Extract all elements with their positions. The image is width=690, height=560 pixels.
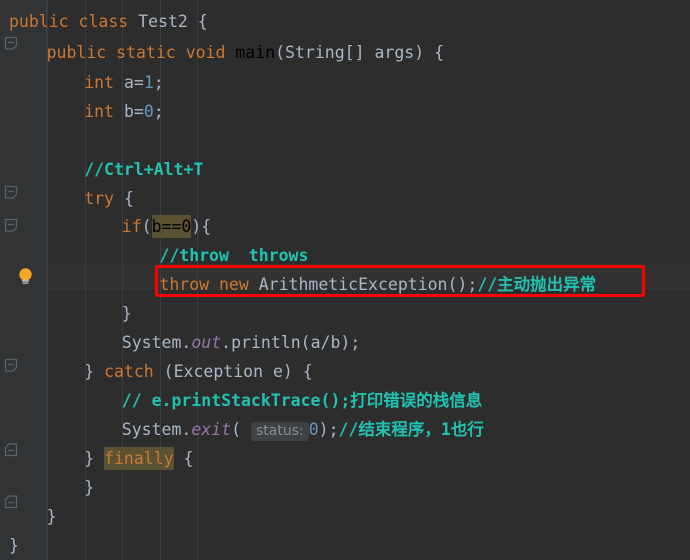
line-println[interactable]: System.out.println(a/b);: [122, 330, 360, 356]
line-class-decl-token-1: class: [78, 12, 139, 31]
line-println-token-1: .: [181, 333, 192, 352]
line-main-decl-token-3: main: [235, 43, 276, 62]
line-comment-printstacktrace-token-0: // e.printStackTrace();打印错误的栈信息: [121, 391, 483, 410]
line-main-decl-token-5: String: [285, 43, 345, 62]
line-println-token-7: /: [320, 333, 331, 352]
line-catch-token-4: e: [272, 362, 283, 381]
line-catch-token-6: {: [302, 362, 313, 381]
code-text-area[interactable]: public class Test2 {public static void m…: [0, 0, 690, 560]
line-finally-close[interactable]: }: [84, 475, 94, 501]
line-main-decl-token-6: []: [344, 43, 375, 62]
line-finally-close-token-0: }: [84, 478, 95, 497]
line-if-close-token-0: }: [121, 304, 132, 323]
line-if[interactable]: if(b==0){: [122, 214, 211, 240]
line-main-decl-token-7: args: [374, 43, 415, 62]
line-main-decl-token-0: public: [46, 43, 117, 62]
line-catch[interactable]: } catch (Exception e) {: [84, 359, 313, 385]
line-comment-throw-token-0: //throw throws: [159, 246, 309, 265]
line-system-exit-token-2: exit: [191, 420, 232, 439]
line-system-exit-token-7: //结束程序，1也行: [338, 420, 484, 439]
line-int-a-token-1: a: [123, 73, 134, 92]
line-int-a-token-4: ;: [153, 73, 164, 92]
line-int-b-token-0: int: [84, 102, 124, 121]
line-int-b[interactable]: int b=0;: [84, 99, 164, 125]
line-catch-token-3: Exception: [173, 362, 273, 381]
line-finally-token-1: finally: [104, 447, 174, 470]
line-try-token-1: {: [123, 189, 134, 208]
line-throw-token-2: ArithmeticException: [258, 275, 448, 294]
line-if-token-4: {: [201, 217, 212, 236]
line-throw-token-4: //主动抛出异常: [477, 275, 597, 294]
line-system-exit-token-3: (: [231, 420, 251, 439]
line-catch-token-0: }: [84, 362, 105, 381]
line-int-b-token-2: =: [133, 102, 144, 121]
line-println-token-9: );: [340, 333, 361, 352]
line-class-decl-token-0: public: [9, 12, 79, 31]
line-catch-token-5: ): [282, 362, 303, 381]
line-system-exit[interactable]: System.exit( status: 0);//结束程序，1也行: [122, 417, 484, 443]
line-println-token-8: b: [330, 333, 341, 352]
line-if-token-2: b==0: [151, 215, 192, 238]
line-main-decl[interactable]: public static void main(String[] args) {: [47, 40, 444, 66]
line-main-decl-token-9: {: [434, 43, 445, 62]
code-editor[interactable]: public class Test2 {public static void m…: [0, 0, 690, 560]
line-throw-token-3: ();: [447, 275, 478, 294]
line-comment-shortcut-token-0: //Ctrl+Alt+T: [84, 160, 204, 179]
line-main-decl-token-8: ): [414, 43, 435, 62]
line-catch-token-2: (: [163, 362, 174, 381]
line-int-b-token-4: ;: [153, 102, 164, 121]
line-println-token-4: println: [231, 333, 301, 352]
line-class-decl[interactable]: public class Test2 {: [9, 9, 208, 35]
line-finally-token-0: }: [84, 449, 105, 468]
line-int-a[interactable]: int a=1;: [84, 70, 164, 96]
line-class-close[interactable]: }: [9, 533, 19, 559]
line-comment-printstacktrace[interactable]: // e.printStackTrace();打印错误的栈信息: [122, 388, 482, 414]
line-main-close[interactable]: }: [47, 504, 57, 530]
line-class-decl-token-3: {: [197, 12, 208, 31]
line-main-close-token-0: }: [46, 507, 57, 526]
line-int-a-token-2: =: [133, 73, 144, 92]
line-finally-token-3: {: [183, 449, 194, 468]
line-if-token-3: ): [191, 217, 202, 236]
line-if-token-0: if: [121, 217, 142, 236]
line-comment-throw[interactable]: //throw throws: [159, 243, 308, 269]
line-main-decl-token-4: (: [275, 43, 286, 62]
line-comment-shortcut[interactable]: //Ctrl+Alt+T: [84, 157, 203, 183]
line-try[interactable]: try {: [84, 186, 134, 212]
line-if-token-1: (: [141, 217, 152, 236]
line-system-exit-token-6: );: [318, 420, 339, 439]
line-println-token-2: out: [191, 333, 222, 352]
line-system-exit-token-1: .: [181, 420, 192, 439]
line-int-a-token-3: 1: [143, 73, 154, 92]
line-println-token-6: a: [310, 333, 321, 352]
line-system-exit-token-4: status:: [250, 422, 309, 441]
line-println-token-0: System: [121, 333, 182, 352]
line-int-a-token-0: int: [84, 73, 124, 92]
line-main-decl-token-1: static: [116, 43, 186, 62]
line-try-token-0: try: [84, 189, 124, 208]
line-finally[interactable]: } finally {: [84, 446, 193, 472]
line-throw-token-1: new: [219, 275, 259, 294]
line-throw[interactable]: throw new ArithmeticException();//主动抛出异常: [159, 272, 596, 298]
line-class-close-token-0: }: [9, 536, 19, 555]
line-println-token-5: (: [300, 333, 311, 352]
line-class-decl-token-2: Test2: [138, 12, 198, 31]
line-int-b-token-1: b: [123, 102, 134, 121]
line-println-token-3: .: [221, 333, 232, 352]
line-int-b-token-3: 0: [143, 102, 154, 121]
line-if-close[interactable]: }: [122, 301, 132, 327]
line-system-exit-token-5: 0: [308, 420, 319, 439]
line-main-decl-token-2: void: [185, 43, 236, 62]
line-finally-token-2: [174, 449, 184, 468]
line-throw-token-0: throw: [159, 275, 219, 294]
line-system-exit-token-0: System: [121, 420, 182, 439]
line-catch-token-1: catch: [104, 362, 164, 381]
